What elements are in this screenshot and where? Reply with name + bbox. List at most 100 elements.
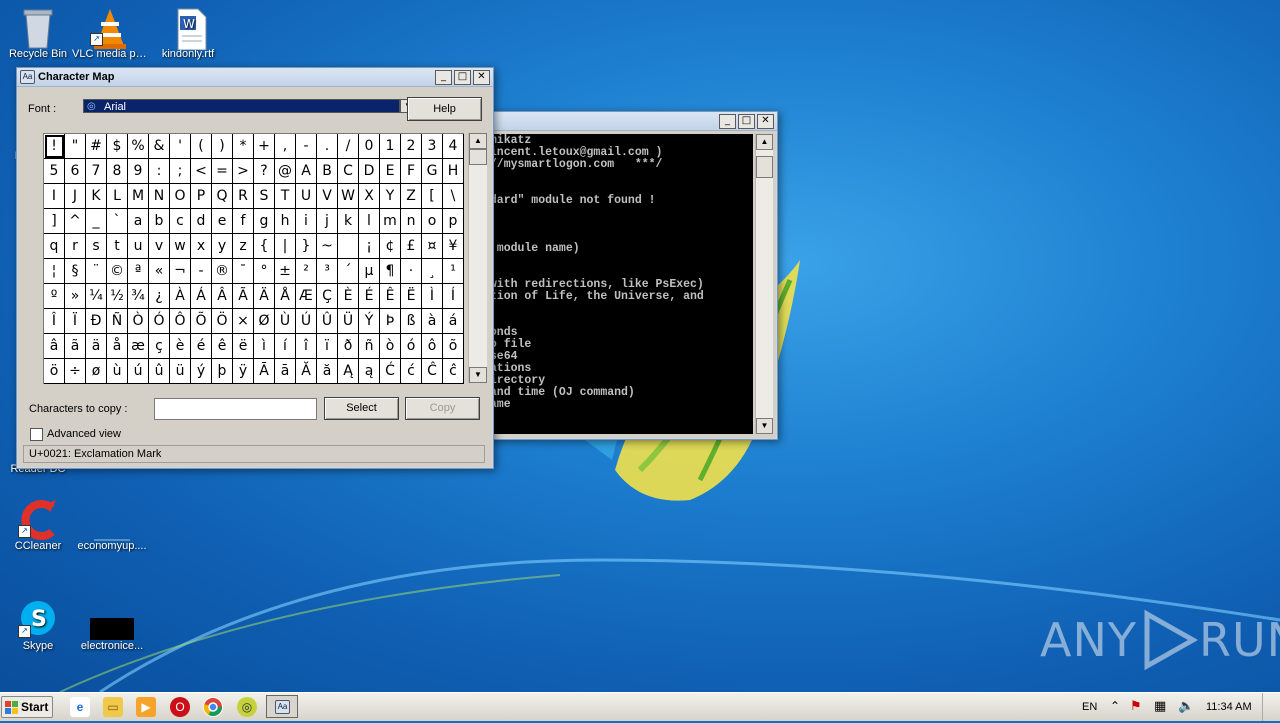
char-cell[interactable]: ô	[422, 334, 443, 359]
char-cell[interactable]: E	[380, 159, 401, 184]
char-cell[interactable]: Ñ	[107, 309, 128, 334]
char-cell[interactable]: W	[338, 184, 359, 209]
char-cell[interactable]: ´	[338, 259, 359, 284]
clock[interactable]: 11:34 AM	[1206, 701, 1252, 713]
char-cell[interactable]: «	[149, 259, 170, 284]
advanced-view-checkbox[interactable]	[30, 428, 43, 441]
char-cell[interactable]: a	[128, 209, 149, 234]
char-cell[interactable]: Í	[443, 284, 464, 309]
char-cell[interactable]: ,	[275, 134, 296, 159]
char-cell[interactable]: ð	[338, 334, 359, 359]
char-cell[interactable]: `	[107, 209, 128, 234]
show-desktop-button[interactable]	[1262, 693, 1279, 721]
char-cell[interactable]: G	[422, 159, 443, 184]
char-cell[interactable]: ì	[254, 334, 275, 359]
char-cell[interactable]: F	[401, 159, 422, 184]
char-cell[interactable]: Ð	[86, 309, 107, 334]
desktop-icon-recycle-bin[interactable]: Recycle Bin	[0, 6, 76, 60]
opera-icon[interactable]: O	[170, 697, 190, 717]
advanced-view-label[interactable]: Advanced view	[47, 428, 121, 440]
char-cell[interactable]: }	[296, 234, 317, 259]
char-cell[interactable]: l	[359, 209, 380, 234]
char-cell[interactable]: 5	[44, 159, 65, 184]
char-cell[interactable]: t	[107, 234, 128, 259]
char-cell[interactable]: .	[317, 134, 338, 159]
char-cell[interactable]: x	[191, 234, 212, 259]
char-cell[interactable]: Ó	[149, 309, 170, 334]
char-cell[interactable]: -	[296, 134, 317, 159]
char-cell[interactable]: ï	[317, 334, 338, 359]
char-cell[interactable]: þ	[212, 359, 233, 384]
char-cell[interactable]: ÿ	[233, 359, 254, 384]
char-cell[interactable]: í	[275, 334, 296, 359]
char-cell[interactable]: J	[65, 184, 86, 209]
char-cell[interactable]: Ø	[254, 309, 275, 334]
char-cell[interactable]: s	[86, 234, 107, 259]
char-cell[interactable]: æ	[128, 334, 149, 359]
char-cell[interactable]: k	[338, 209, 359, 234]
char-cell[interactable]: Y	[380, 184, 401, 209]
char-cell[interactable]: 8	[107, 159, 128, 184]
char-cell[interactable]: î	[296, 334, 317, 359]
char-cell[interactable]: á	[443, 309, 464, 334]
char-cell[interactable]: °	[254, 259, 275, 284]
char-cell[interactable]: m	[380, 209, 401, 234]
char-cell[interactable]: )	[212, 134, 233, 159]
char-cell[interactable]: £	[401, 234, 422, 259]
scroll-thumb[interactable]	[756, 156, 773, 178]
char-cell[interactable]: T	[275, 184, 296, 209]
char-cell[interactable]: ¹	[443, 259, 464, 284]
char-cell[interactable]: I	[44, 184, 65, 209]
console-window[interactable]: _ □ ✕ imikatz vincent.letoux@gmail.com ):…	[476, 111, 778, 440]
maximize-button[interactable]: □	[454, 69, 471, 85]
taskbar-charmap-button[interactable]: Aa	[266, 695, 298, 718]
char-cell[interactable]: ÷	[65, 359, 86, 384]
char-cell[interactable]: Ù	[275, 309, 296, 334]
char-cell[interactable]: H	[443, 159, 464, 184]
char-cell[interactable]: :	[149, 159, 170, 184]
char-cell[interactable]: ú	[128, 359, 149, 384]
char-cell[interactable]: ¸	[422, 259, 443, 284]
char-cell[interactable]: ä	[86, 334, 107, 359]
char-cell[interactable]: ;	[170, 159, 191, 184]
copy-button[interactable]: Copy	[405, 397, 480, 420]
char-cell[interactable]: Z	[401, 184, 422, 209]
char-cell[interactable]: Ý	[359, 309, 380, 334]
font-dropdown[interactable]: ◎ Arial	[83, 99, 400, 113]
char-cell[interactable]: \	[443, 184, 464, 209]
charmap-titlebar[interactable]: Aa Character Map _ □ ✕	[17, 68, 493, 87]
char-cell[interactable]: '	[170, 134, 191, 159]
char-cell[interactable]: Ö	[212, 309, 233, 334]
language-indicator[interactable]: EN	[1082, 701, 1097, 713]
char-cell[interactable]: v	[149, 234, 170, 259]
start-button[interactable]: Start	[1, 696, 53, 718]
char-cell[interactable]: é	[191, 334, 212, 359]
char-cell[interactable]: Þ	[380, 309, 401, 334]
character-grid[interactable]: ! " # $% & '() * +, -./0 1 2 3 4 5 6 7 8 9:; < = >? @ A B C D E F G H…	[43, 133, 464, 384]
char-cell[interactable]: Á	[191, 284, 212, 309]
desktop-icon-electronice[interactable]: electronice...	[74, 598, 150, 652]
volume-icon[interactable]: 🔈	[1178, 698, 1194, 714]
action-center-icon[interactable]: ⚑	[1130, 698, 1142, 714]
char-cell[interactable]: g	[254, 209, 275, 234]
char-cell[interactable]: Ĉ	[422, 359, 443, 384]
char-cell[interactable]: è	[170, 334, 191, 359]
char-cell[interactable]: Õ	[191, 309, 212, 334]
maximize-button[interactable]: □	[738, 113, 755, 129]
char-cell[interactable]: Ă	[296, 359, 317, 384]
scroll-down-button[interactable]: ▼	[756, 418, 773, 434]
char-cell[interactable]: &	[149, 134, 170, 159]
char-cell[interactable]: ]	[44, 209, 65, 234]
console-scrollbar[interactable]: ▲ ▼	[755, 134, 773, 434]
char-cell[interactable]: ã	[65, 334, 86, 359]
char-cell[interactable]: #	[86, 134, 107, 159]
char-cell[interactable]: |	[275, 234, 296, 259]
char-cell[interactable]: ¶	[380, 259, 401, 284]
char-cell[interactable]: Q	[212, 184, 233, 209]
char-cell[interactable]: É	[359, 284, 380, 309]
char-cell[interactable]: Î	[44, 309, 65, 334]
char-cell[interactable]: Ć	[380, 359, 401, 384]
char-cell[interactable]: c	[170, 209, 191, 234]
char-cell[interactable]: ù	[107, 359, 128, 384]
char-cell[interactable]: 7	[86, 159, 107, 184]
